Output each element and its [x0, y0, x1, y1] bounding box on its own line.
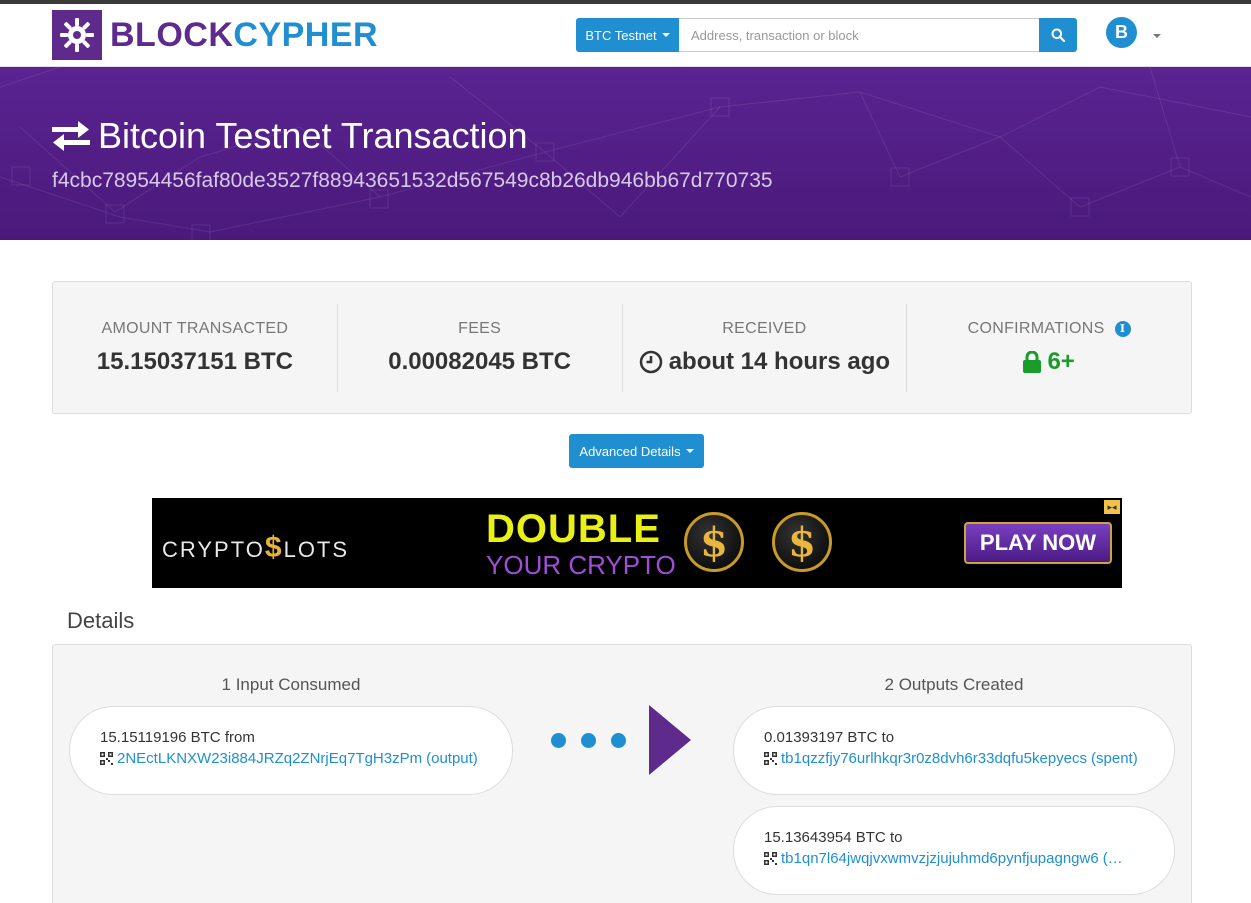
ad-close-icon[interactable]: ▸◂: [1104, 500, 1120, 514]
brand-part2: CYPHER: [233, 16, 379, 54]
ad-brand: CRYPTO$LOTS: [162, 531, 349, 565]
received-value: about 14 hours ago: [668, 347, 891, 375]
amount-label: AMOUNT TRANSACTED: [101, 319, 289, 337]
output-card: 0.01393197 BTC to tb1qzzfjy76urlhkqr3r0z…: [733, 706, 1175, 795]
qr-code-icon[interactable]: [100, 752, 113, 765]
output-preposition: to: [889, 829, 903, 846]
ad-brand-s: $: [264, 531, 284, 564]
brand-wordmark: BLOCKCYPHER: [110, 10, 378, 60]
dollar-coin-icon: $: [772, 512, 832, 572]
inputs-header: 1 Input Consumed: [221, 675, 361, 694]
received-label: RECEIVED: [722, 319, 807, 337]
coin-symbol: B: [1115, 22, 1128, 42]
navbar: BLOCKCYPHER BTC Testnet B: [0, 4, 1251, 67]
amount-stat: AMOUNT TRANSACTED 15.15037151 BTC: [53, 304, 337, 392]
output-card: 15.13643954 BTC to tb1qn7l64jwqjvxwmvzjz…: [733, 806, 1175, 895]
chevron-down-icon: [685, 449, 694, 453]
gear-logo-icon: [52, 10, 102, 60]
confirmations-value-row: 6+: [1023, 347, 1075, 376]
output-amount-line: 15.13643954 BTC to: [764, 829, 1174, 846]
transaction-hash: f4cbc78954456faf80de3527f88943651532d567…: [52, 169, 773, 192]
brand-part1: BLOCK: [110, 16, 234, 54]
fees-stat: FEES 0.00082045 BTC: [336, 303, 622, 392]
network-label: BTC Testnet: [585, 27, 657, 43]
advertisement-banner[interactable]: CRYPTO$LOTS DOUBLE YOUR CRYPTO $ $ PLAY …: [152, 498, 1122, 588]
info-icon[interactable]: i: [1114, 320, 1131, 337]
details-heading: Details: [67, 608, 135, 633]
dollar-coin-icon: $: [684, 512, 744, 572]
output-amount-line: 0.01393197 BTC to: [764, 729, 1174, 746]
input-address-line: 2NEctLKNXW23i884JRZq2ZNrjEq7TgH3zPm (out…: [100, 750, 512, 767]
input-preposition: from: [224, 729, 255, 746]
confirmations-stat: CONFIRMATIONS i 6+: [906, 303, 1191, 392]
qr-code-icon[interactable]: [764, 852, 777, 865]
flow-dot: [581, 733, 596, 748]
user-menu-chevron-icon[interactable]: [1153, 34, 1161, 38]
output-address-link[interactable]: tb1qzzfjy76urlhkqr3r0z8dvh6r33dqfu5kepye…: [781, 750, 1087, 767]
confirmations-value: 6+: [1047, 347, 1075, 375]
transaction-summary: AMOUNT TRANSACTED 15.15037151 BTC FEES 0…: [52, 281, 1192, 414]
received-stat: RECEIVED about 14 hours ago: [621, 303, 907, 392]
qr-code-icon[interactable]: [764, 752, 777, 765]
confirmations-label-row: CONFIRMATIONS i: [968, 320, 1131, 338]
advanced-details-label: Advanced Details: [579, 443, 681, 459]
input-card: 15.15119196 BTC from 2NEctLKNXW23i884JRZ…: [69, 706, 513, 795]
bitcoin-icon[interactable]: B: [1106, 17, 1137, 48]
flow-dot: [551, 733, 566, 748]
lock-icon: [1023, 350, 1042, 373]
outputs-header: 2 Outputs Created: [884, 675, 1024, 694]
ad-headline: DOUBLE: [486, 507, 661, 551]
input-amount-line: 15.15119196 BTC from: [100, 729, 512, 746]
output-amount: 15.13643954 BTC: [764, 829, 886, 846]
ad-brand-a: CRYPTO: [162, 537, 265, 562]
search-icon: [1051, 28, 1065, 42]
input-amount: 15.15119196 BTC: [100, 729, 221, 746]
page-title-text: Bitcoin Testnet Transaction: [98, 115, 528, 156]
flow-dots: [551, 733, 626, 748]
amount-value: 15.15037151 BTC: [96, 347, 293, 375]
page-title: Bitcoin Testnet Transaction: [52, 115, 528, 157]
output-address-link[interactable]: tb1qn7l64jwqjvxwmvzjzjujuhmd6pynfjupagng…: [781, 850, 1099, 867]
search-input[interactable]: [679, 18, 1039, 52]
exchange-arrows-icon: [52, 121, 90, 151]
hero-banner: Bitcoin Testnet Transaction f4cbc7895445…: [0, 67, 1251, 240]
advanced-details-button[interactable]: Advanced Details: [569, 434, 704, 468]
input-address-link[interactable]: 2NEctLKNXW23i884JRZq2ZNrjEq7TgH3zPm: [117, 750, 422, 767]
ad-subline: YOUR CRYPTO: [486, 550, 676, 580]
ad-play-now-button[interactable]: PLAY NOW: [964, 522, 1112, 564]
search-button[interactable]: [1039, 18, 1077, 52]
input-status-link[interactable]: (output): [426, 750, 478, 767]
received-value-row: about 14 hours ago: [639, 348, 890, 376]
confirmations-label: CONFIRMATIONS: [967, 319, 1105, 337]
fees-label: FEES: [458, 319, 502, 337]
clock-icon: [639, 350, 662, 373]
output-preposition: to: [881, 729, 895, 746]
output-status-link[interactable]: (…: [1103, 850, 1123, 867]
brand-logo[interactable]: BLOCKCYPHER: [52, 10, 378, 60]
flow-arrow-icon: [649, 705, 691, 775]
output-amount: 0.01393197 BTC: [764, 729, 878, 746]
fees-value: 0.00082045 BTC: [388, 347, 572, 375]
details-panel: 1 Input Consumed 2 Outputs Created 15.15…: [52, 644, 1192, 903]
output-status-link[interactable]: (spent): [1091, 750, 1138, 767]
ad-brand-b: LOTS: [283, 537, 350, 562]
flow-dot: [611, 733, 626, 748]
chevron-down-icon: [661, 33, 670, 37]
output-address-line: tb1qn7l64jwqjvxwmvzjzjujuhmd6pynfjupagng…: [764, 850, 1174, 867]
output-address-line: tb1qzzfjy76urlhkqr3r0z8dvh6r33dqfu5kepye…: [764, 750, 1174, 767]
network-dropdown[interactable]: BTC Testnet: [576, 18, 679, 52]
